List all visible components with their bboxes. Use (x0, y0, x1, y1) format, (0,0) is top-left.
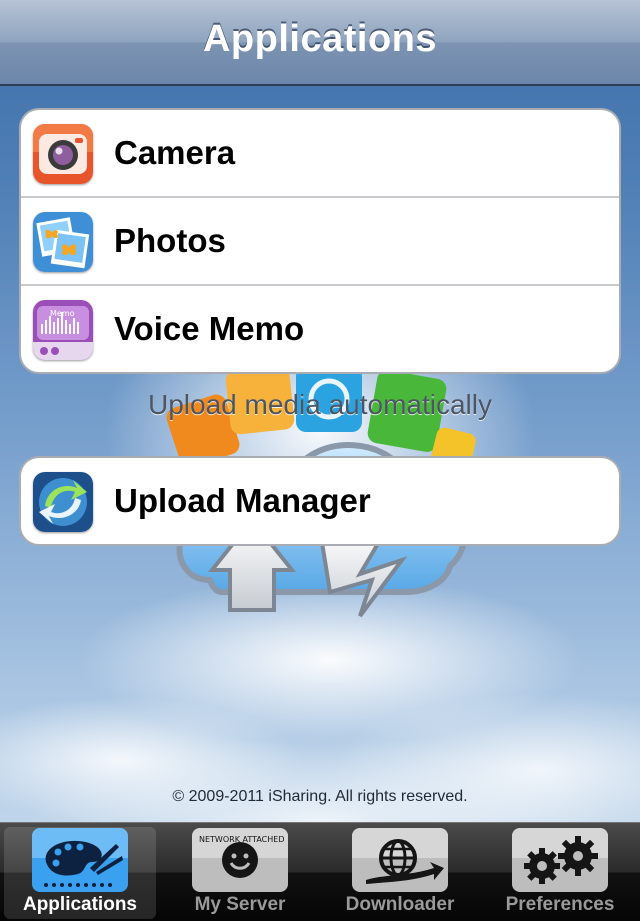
tab-bar: Applications NETWORK ATTACHED My Server (0, 822, 640, 921)
upload-caption: Upload media automatically (148, 389, 492, 420)
gears-icon (512, 828, 608, 892)
list-item-voice-memo[interactable]: Memo Voice Memo (21, 286, 619, 372)
list-item-photos[interactable]: Photos (21, 198, 619, 286)
tab-preferences[interactable]: Preferences (480, 823, 640, 921)
voice-memo-icon-text: Memo (50, 309, 75, 318)
tab-applications[interactable]: Applications (0, 823, 160, 921)
camera-label: Camera (114, 134, 236, 171)
camera-icon (33, 124, 93, 184)
tab-applications-label: Applications (22, 894, 137, 915)
my-server-icon-text: NETWORK ATTACHED (199, 835, 285, 844)
applications-list: Camera Photos Memo Voice Memo (19, 108, 621, 374)
navigation-bar: Applications (0, 0, 640, 86)
globe-icon (352, 828, 448, 892)
list-item-camera[interactable]: Camera (21, 110, 619, 198)
tab-my-server-label: My Server (194, 894, 286, 915)
tab-my-server[interactable]: NETWORK ATTACHED My Server (160, 823, 320, 921)
upload-manager-label: Upload Manager (114, 482, 371, 519)
upload-manager-list: Upload Manager (19, 456, 621, 546)
page-title: Applications (202, 18, 438, 60)
palette-icon (32, 828, 128, 892)
tab-downloader-label: Downloader (345, 894, 455, 915)
upload-manager-icon (33, 472, 93, 532)
smiley-icon: NETWORK ATTACHED (192, 828, 288, 892)
photos-icon (33, 212, 93, 272)
tab-downloader[interactable]: Downloader (320, 823, 480, 921)
voice-memo-icon: Memo (33, 300, 93, 360)
copyright-notice: © 2009-2011 iSharing. All rights reserve… (172, 788, 468, 805)
tab-preferences-label: Preferences (505, 894, 615, 915)
photos-label: Photos (114, 222, 226, 259)
voice-memo-label: Voice Memo (114, 310, 305, 347)
list-item-upload-manager[interactable]: Upload Manager (21, 458, 619, 544)
